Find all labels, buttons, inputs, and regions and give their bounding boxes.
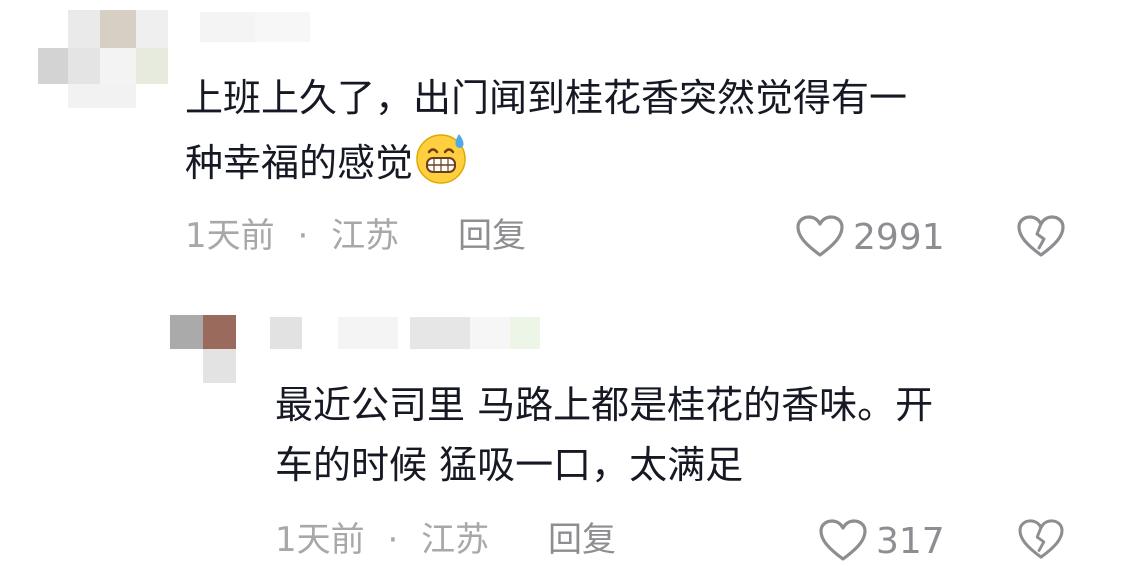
- username[interactable]: [200, 12, 310, 42]
- username[interactable]: [270, 317, 540, 349]
- meta-separator: ·: [297, 216, 309, 256]
- avatar[interactable]: [38, 10, 168, 108]
- like-count: 2991: [853, 217, 945, 258]
- comment-text-line: 最近公司里 马路上都是桂花的香味。开: [275, 383, 934, 427]
- like-button[interactable]: 2991: [795, 214, 945, 262]
- heart-outline-icon: [818, 518, 868, 566]
- comment-meta: 1天前 · 江苏: [185, 216, 399, 256]
- reply-button[interactable]: 回复: [548, 520, 616, 560]
- comment-location: 江苏: [331, 216, 400, 256]
- dislike-button[interactable]: [1016, 214, 1066, 262]
- comment-location: 江苏: [421, 520, 490, 560]
- comment-text: 最近公司里 马路上都是桂花的香味。开 车的时候 猛吸一口，太满足: [275, 375, 933, 495]
- broken-heart-icon: [1016, 519, 1066, 564]
- comment-text-segment: 种幸福的感觉: [185, 141, 414, 185]
- comment-time: 1天前: [275, 520, 365, 560]
- dislike-button[interactable]: [1016, 518, 1066, 564]
- heart-outline-icon: [795, 214, 845, 262]
- grinning-sweat-emoji-icon: [413, 128, 471, 203]
- avatar[interactable]: [170, 315, 236, 383]
- broken-heart-icon: [1016, 215, 1066, 262]
- comment-text-line: 种幸福的感觉: [185, 128, 907, 203]
- reply-button[interactable]: 回复: [458, 216, 526, 256]
- comment-meta: 1天前 · 江苏: [275, 520, 489, 560]
- meta-separator: ·: [387, 520, 399, 560]
- comment-text-line: 上班上久了，出门闻到桂花香突然觉得有一: [185, 76, 908, 120]
- like-button[interactable]: 317: [818, 518, 945, 566]
- comment-time: 1天前: [185, 216, 275, 256]
- like-count: 317: [876, 521, 945, 562]
- comment-text: 上班上久了，出门闻到桂花香突然觉得有一 种幸福的感觉: [185, 68, 907, 203]
- comment-text-line: 车的时候 猛吸一口，太满足: [275, 443, 744, 487]
